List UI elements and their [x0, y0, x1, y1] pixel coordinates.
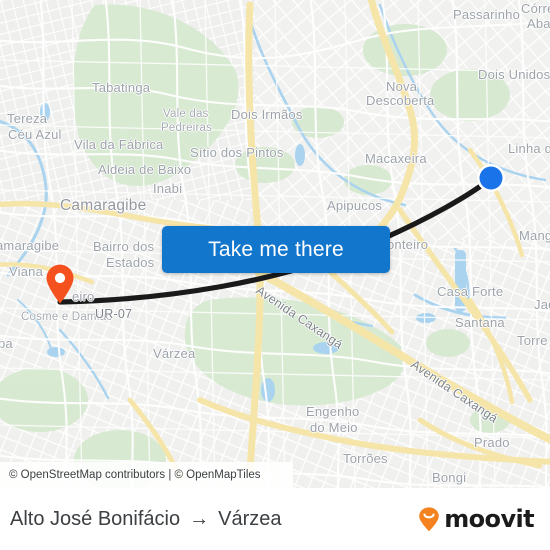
route-title: Alto José Bonifácio → Várzea — [10, 508, 281, 531]
route-origin-label: Alto José Bonifácio — [10, 507, 181, 530]
attribution-text: © OpenStreetMap contributors | © OpenMap… — [9, 469, 261, 481]
destination-dot-icon[interactable] — [476, 163, 506, 193]
route-destination-label: Várzea — [218, 507, 282, 530]
map-canvas[interactable]: Tabatinga Tereza Céu Azul Vila da Fábrica Va… — [0, 0, 550, 488]
map-attribution[interactable]: © OpenStreetMap contributors | © OpenMap… — [0, 462, 293, 488]
moovit-pin-icon — [419, 507, 440, 532]
moovit-logo[interactable]: moovit — [416, 505, 535, 533]
moovit-wordmark: moovit — [444, 505, 534, 533]
footer-bar: Alto José Bonifácio → Várzea moovit — [0, 488, 550, 550]
origin-pin-icon[interactable] — [45, 264, 75, 304]
take-me-there-button[interactable]: Take me there — [162, 226, 390, 273]
arrow-right-icon: → — [189, 507, 210, 530]
